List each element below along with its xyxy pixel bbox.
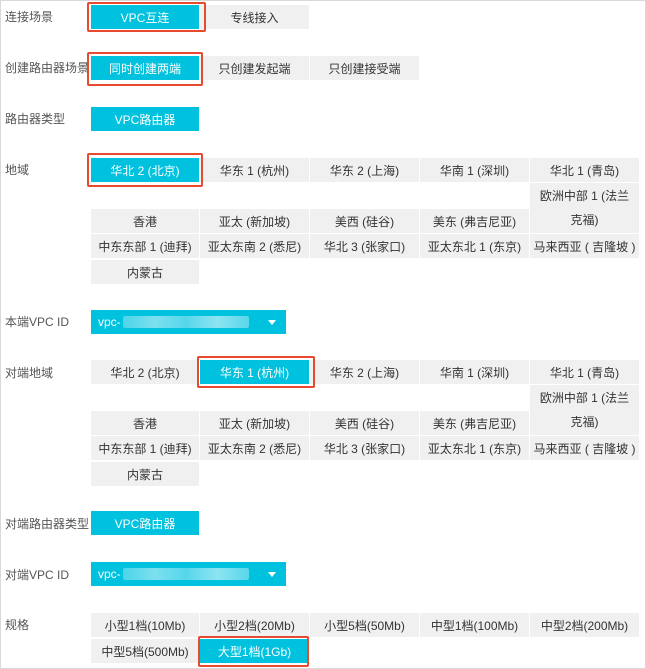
region-silicon-valley[interactable]: 美西 (硅谷) [310, 209, 419, 233]
router-type-vpc[interactable]: VPC路由器 [91, 107, 199, 131]
region-virginia[interactable]: 美东 (弗吉尼亚) [420, 209, 529, 233]
region-qingdao[interactable]: 华北 1 (青岛) [530, 158, 639, 182]
router-type-label: 路由器类型 [5, 112, 66, 126]
peer-vpc-value: vpc- [98, 567, 121, 581]
peer-region-shanghai[interactable]: 华东 2 (上海) [310, 360, 419, 384]
router-scene-acceptor[interactable]: 只创建接受端 [310, 56, 419, 80]
region-shenzhen[interactable]: 华南 1 (深圳) [420, 158, 529, 182]
region-zhangjiakou[interactable]: 华北 3 (张家口) [310, 234, 419, 258]
caret-down-icon [268, 572, 276, 577]
peer-region-inner-mongolia[interactable]: 内蒙古 [91, 462, 199, 486]
region-frankfurt[interactable]: 欧洲中部 1 (法兰克福) [530, 183, 639, 233]
peer-vpc-select[interactable]: vpc- [91, 562, 286, 586]
region-label: 地域 [5, 163, 30, 177]
region-singapore[interactable]: 亚太 (新加坡) [200, 209, 309, 233]
spec-small-1[interactable]: 小型1档(10Mb) [91, 613, 199, 637]
region-hongkong[interactable]: 香港 [91, 209, 199, 233]
spec-medium-2[interactable]: 中型2档(200Mb) [530, 613, 639, 637]
redacted-id [122, 568, 249, 580]
scene-option-leased-line[interactable]: 专线接入 [200, 5, 309, 29]
region-sydney[interactable]: 亚太东南 2 (悉尼) [200, 234, 309, 258]
scene-option-vpc[interactable]: VPC互连 [91, 5, 199, 29]
peer-router-type-vpc[interactable]: VPC路由器 [91, 511, 199, 535]
local-vpc-label: 本端VPC ID [5, 315, 70, 329]
spec-label: 规格 [5, 618, 30, 632]
region-beijing[interactable]: 华北 2 (北京) [91, 158, 199, 182]
router-scene-both[interactable]: 同时创建两端 [91, 56, 199, 80]
router-scene-label: 创建路由器场景 [5, 61, 90, 75]
spec-small-5[interactable]: 小型5档(50Mb) [310, 613, 419, 637]
peer-region-hongkong[interactable]: 香港 [91, 411, 199, 435]
region-shanghai[interactable]: 华东 2 (上海) [310, 158, 419, 182]
region-tokyo[interactable]: 亚太东北 1 (东京) [420, 234, 529, 258]
local-vpc-select[interactable]: vpc- [91, 310, 286, 334]
caret-down-icon [268, 320, 276, 325]
peer-region-frankfurt[interactable]: 欧洲中部 1 (法兰克福) [530, 385, 639, 435]
peer-region-sydney[interactable]: 亚太东南 2 (悉尼) [200, 436, 309, 460]
form-panel: 连接场景 VPC互连 专线接入 创建路由器场景 同时创建两端 只创建发起端 只创… [0, 0, 646, 669]
scene-label: 连接场景 [5, 10, 54, 24]
region-hangzhou[interactable]: 华东 1 (杭州) [200, 158, 309, 182]
peer-vpc-label: 对端VPC ID [5, 568, 70, 582]
peer-region-zhangjiakou[interactable]: 华北 3 (张家口) [310, 436, 419, 460]
region-inner-mongolia[interactable]: 内蒙古 [91, 260, 199, 284]
peer-region-qingdao[interactable]: 华北 1 (青岛) [530, 360, 639, 384]
peer-region-dubai[interactable]: 中东东部 1 (迪拜) [91, 436, 199, 460]
peer-region-shenzhen[interactable]: 华南 1 (深圳) [420, 360, 529, 384]
spec-small-2[interactable]: 小型2档(20Mb) [200, 613, 309, 637]
region-kuala-lumpur[interactable]: 马来西亚 ( 吉隆坡 ) [530, 234, 639, 258]
peer-region-beijing[interactable]: 华北 2 (北京) [91, 360, 199, 384]
spec-medium-5[interactable]: 中型5档(500Mb) [91, 639, 199, 663]
peer-region-label: 对端地域 [5, 366, 54, 380]
peer-region-kuala-lumpur[interactable]: 马来西亚 ( 吉隆坡 ) [530, 436, 639, 460]
peer-region-hangzhou[interactable]: 华东 1 (杭州) [200, 360, 309, 384]
redacted-id [122, 316, 249, 328]
peer-router-type-label: 对端路由器类型 [5, 517, 90, 531]
peer-region-tokyo[interactable]: 亚太东北 1 (东京) [420, 436, 529, 460]
spec-medium-1[interactable]: 中型1档(100Mb) [420, 613, 529, 637]
local-vpc-value: vpc- [98, 315, 121, 329]
router-scene-initiator[interactable]: 只创建发起端 [200, 56, 309, 80]
peer-region-virginia[interactable]: 美东 (弗吉尼亚) [420, 411, 529, 435]
region-dubai[interactable]: 中东东部 1 (迪拜) [91, 234, 199, 258]
spec-large-1[interactable]: 大型1档(1Gb) [200, 639, 309, 663]
peer-region-singapore[interactable]: 亚太 (新加坡) [200, 411, 309, 435]
peer-region-silicon-valley[interactable]: 美西 (硅谷) [310, 411, 419, 435]
